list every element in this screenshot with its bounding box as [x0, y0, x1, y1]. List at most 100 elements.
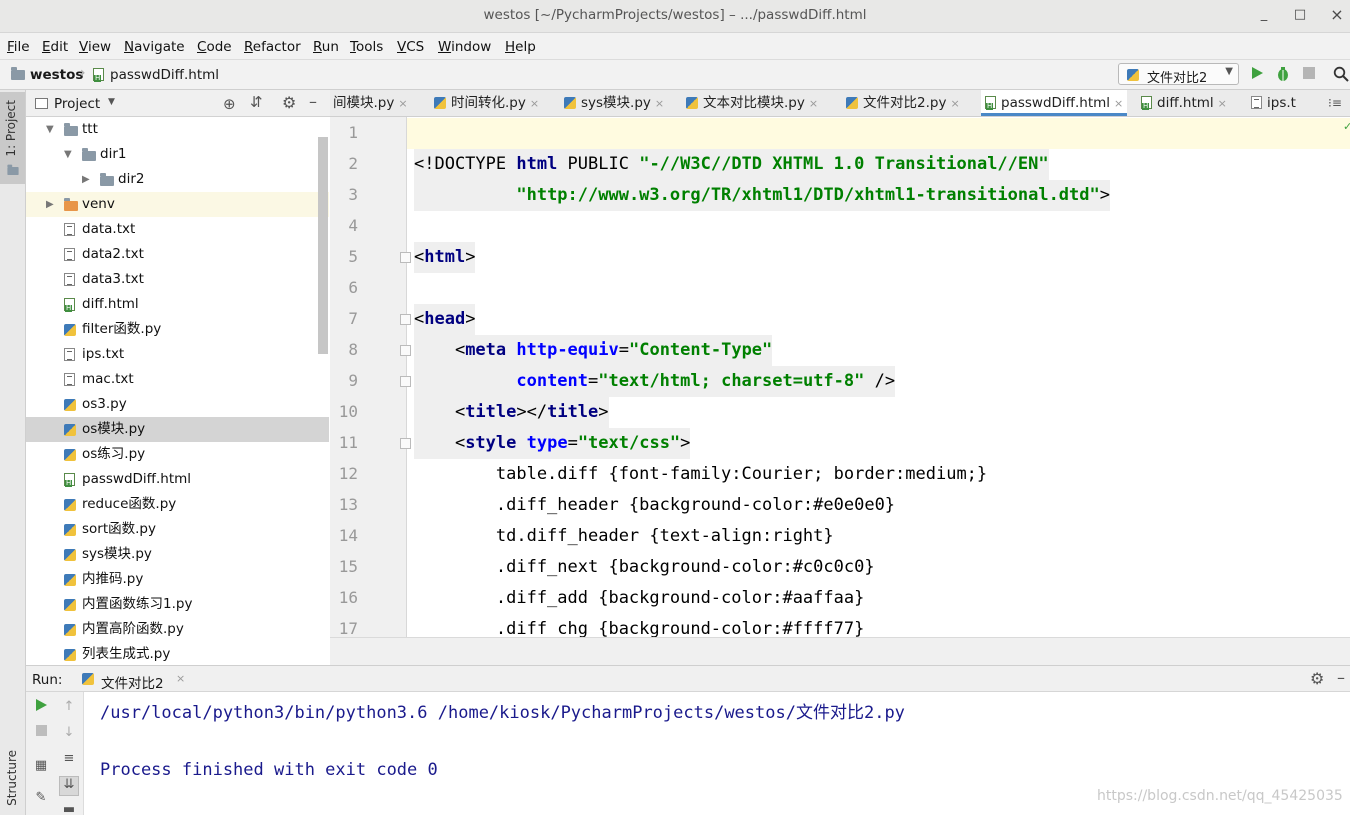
chevron-down-icon[interactable]: ▼	[108, 97, 115, 107]
run-tab-label[interactable]: 文件对比2	[101, 672, 164, 692]
close-button[interactable]: ×	[1326, 5, 1348, 25]
stop-icon[interactable]	[1301, 66, 1317, 82]
up-arrow-icon[interactable]: ↑	[61, 699, 77, 715]
menu-view[interactable]: View	[79, 39, 111, 55]
close-icon[interactable]: ×	[176, 672, 185, 685]
tree-item[interactable]: os模块.py	[26, 417, 329, 442]
expanded-arrow-icon[interactable]: ▼	[64, 142, 72, 167]
tree-item[interactable]: filter函数.py	[26, 317, 329, 342]
fold-marker-icon[interactable]	[400, 438, 411, 449]
tree-item[interactable]: ▼ dir1	[26, 142, 329, 167]
collapsed-arrow-icon[interactable]: ▶	[46, 192, 54, 217]
run-configuration-select[interactable]: 文件对比2 ▼	[1118, 63, 1239, 86]
tree-item-label: ttt	[82, 121, 98, 137]
project-tree-scrollbar[interactable]	[318, 137, 328, 354]
code-token: "text/css"	[577, 433, 681, 453]
editor-tab[interactable]: 文件对比2.py ×	[842, 90, 964, 116]
editor-tab[interactable]: 间模块.py ×	[330, 90, 412, 116]
structure-tool-tab[interactable]: Structure	[5, 750, 19, 806]
close-icon[interactable]: ×	[655, 97, 664, 110]
tree-item[interactable]: data.txt	[26, 217, 329, 242]
tree-item[interactable]: 列表生成式.py	[26, 642, 329, 665]
tree-item[interactable]: 内推码.py	[26, 567, 329, 592]
tree-item[interactable]: ▼ ttt	[26, 117, 329, 142]
menu-run[interactable]: Run	[313, 39, 339, 55]
fold-marker-icon[interactable]	[400, 252, 411, 263]
menu-file[interactable]: File	[7, 39, 30, 55]
close-icon[interactable]: ×	[1218, 97, 1227, 110]
tree-item[interactable]: sys模块.py	[26, 542, 329, 567]
tree-item[interactable]: diff.html	[26, 292, 329, 317]
stop-icon[interactable]	[33, 725, 49, 741]
tree-item[interactable]: os练习.py	[26, 442, 329, 467]
tree-item-label: os3.py	[82, 396, 127, 412]
gear-icon[interactable]: ⚙	[282, 93, 296, 112]
editor-tab[interactable]: 文本对比模块.py ×	[682, 90, 822, 116]
project-panel-title[interactable]: Project	[54, 96, 100, 112]
hide-panel-icon[interactable]: –	[1337, 668, 1345, 687]
rerun-icon[interactable]	[33, 699, 49, 715]
locate-icon[interactable]: ⊕	[223, 95, 236, 113]
debug-icon[interactable]	[1275, 66, 1291, 82]
close-icon[interactable]: ×	[1114, 97, 1123, 110]
down-arrow-icon[interactable]: ↓	[61, 725, 77, 741]
tree-item[interactable]: reduce函数.py	[26, 492, 329, 517]
editor-tab[interactable]: passwdDiff.html×	[981, 90, 1128, 116]
layout-icon[interactable]: ▦	[33, 758, 49, 774]
menu-navigate[interactable]: Navigate	[124, 39, 185, 55]
menu-vcs[interactable]: VCS	[397, 39, 424, 55]
project-tool-tab[interactable]: 1: Project	[0, 92, 25, 184]
code-token: "http://www.w3.org/TR/xhtml1/DTD/xhtml1-…	[516, 185, 1100, 205]
maximize-button[interactable]: □	[1289, 5, 1311, 25]
close-icon[interactable]: ×	[398, 97, 407, 110]
tab-overflow-icon[interactable]: ⁝≡	[1328, 90, 1342, 116]
editor-tab[interactable]: ips.t	[1247, 90, 1300, 116]
tree-item[interactable]: passwdDiff.html	[26, 467, 329, 492]
menu-help[interactable]: Help	[505, 39, 536, 55]
tree-item[interactable]: 内置高阶函数.py	[26, 617, 329, 642]
menu-edit[interactable]: Edit	[42, 39, 68, 55]
soft-wrap-icon[interactable]: ≡	[61, 751, 77, 767]
project-tree: ▼ ttt ▼ dir1 ▶ dir2 ▶ venv data.txt data2.txt data…	[26, 117, 330, 665]
editor-tab[interactable]: 时间转化.py ×	[430, 90, 543, 116]
print-icon[interactable]: ▬	[61, 802, 77, 815]
collapsed-arrow-icon[interactable]: ▶	[82, 167, 90, 192]
search-icon[interactable]	[1333, 66, 1349, 82]
editor-tab[interactable]: diff.html ×	[1137, 90, 1231, 116]
tree-item[interactable]: ▶ dir2	[26, 167, 329, 192]
chevron-down-icon: ▼	[1225, 66, 1233, 77]
tree-item[interactable]: os3.py	[26, 392, 329, 417]
editor-tab[interactable]: sys模块.py ×	[560, 90, 668, 116]
fold-marker-icon[interactable]	[400, 345, 411, 356]
code-token: <!DOCTYPE	[414, 154, 517, 174]
close-icon[interactable]: ×	[809, 97, 818, 110]
tree-item[interactable]: sort函数.py	[26, 517, 329, 542]
run-icon[interactable]	[1249, 66, 1265, 82]
menu-bar: File Edit View Navigate Code Refactor Ru…	[0, 33, 1350, 60]
code-token: head	[424, 309, 466, 329]
tree-item[interactable]: data2.txt	[26, 242, 329, 267]
breadcrumb-file[interactable]: passwdDiff.html	[110, 67, 219, 83]
tree-item[interactable]: ips.txt	[26, 342, 329, 367]
tree-item[interactable]: mac.txt	[26, 367, 329, 392]
fold-marker-icon[interactable]	[400, 314, 411, 325]
menu-code[interactable]: Code	[197, 39, 232, 55]
minimize-button[interactable]: _	[1253, 5, 1275, 25]
menu-refactor[interactable]: Refactor	[244, 39, 301, 55]
tree-item[interactable]: data3.txt	[26, 267, 329, 292]
python-file-icon	[846, 97, 858, 109]
gear-icon[interactable]: ⚙	[1310, 669, 1324, 688]
menu-tools[interactable]: Tools	[350, 39, 383, 55]
menu-window[interactable]: Window	[438, 39, 491, 55]
pin-icon[interactable]: ✎	[33, 790, 49, 806]
breadcrumb-project[interactable]: westos	[30, 67, 83, 83]
tree-item[interactable]: 内置函数练习1.py	[26, 592, 329, 617]
expanded-arrow-icon[interactable]: ▼	[46, 117, 54, 142]
hide-panel-icon[interactable]: –	[309, 92, 317, 111]
tree-item[interactable]: ▶ venv	[26, 192, 329, 217]
scroll-to-end-icon[interactable]: ⇊	[59, 776, 79, 796]
close-icon[interactable]: ×	[950, 97, 959, 110]
close-icon[interactable]: ×	[530, 97, 539, 110]
fold-marker-icon[interactable]	[400, 376, 411, 387]
collapse-all-icon[interactable]: ⇵	[250, 93, 263, 111]
